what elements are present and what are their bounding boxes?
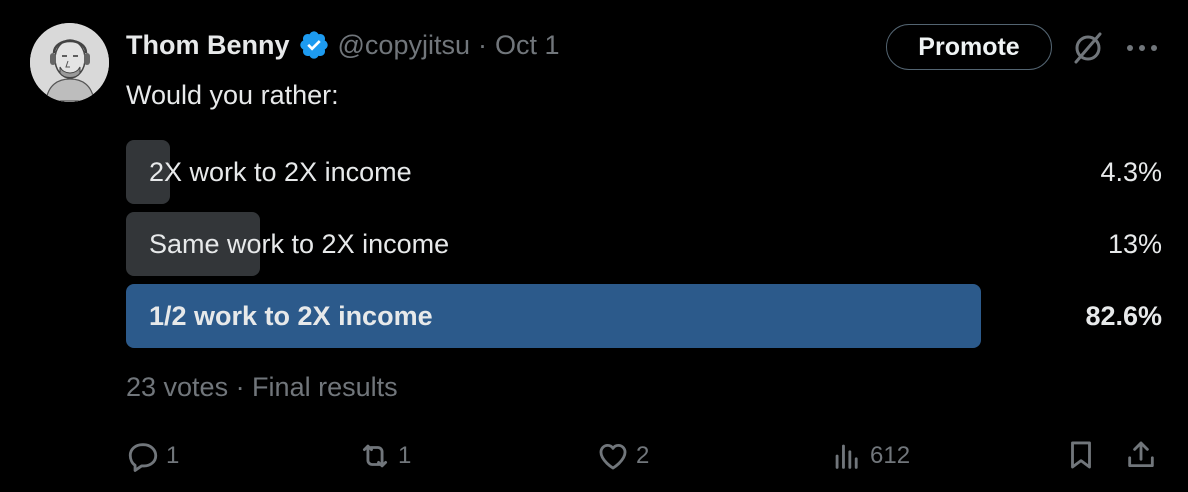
repost-count: 1 [398, 442, 412, 469]
author-handle[interactable]: @copyjitsu [338, 30, 470, 61]
view-count: 612 [870, 442, 911, 469]
poll-option: 2X work to 2X income 4.3% [126, 140, 1162, 204]
person-avatar-icon [30, 23, 109, 102]
reply-icon [128, 443, 158, 472]
heart-icon [599, 443, 627, 470]
poll-summary: 23 votes · Final results [126, 372, 398, 402]
poll-option-percent: 13% [1107, 229, 1162, 259]
repost-button[interactable]: 1 [358, 438, 411, 474]
like-button[interactable]: 2 [596, 438, 649, 474]
views-chart-icon [835, 444, 858, 469]
tweet-header: Thom Benny @copyjitsu · Oct 1 [126, 26, 560, 64]
repost-icon [362, 444, 388, 468]
poll-option-winner: 1/2 work to 2X income 82.6% [126, 284, 1162, 348]
separator-dot: · [477, 29, 487, 60]
poll-option-percent: 4.3% [1100, 157, 1162, 187]
more-options-icon[interactable] [1124, 34, 1160, 62]
reply-count: 1 [166, 442, 180, 469]
poll-option-label: Same work to 2X income [149, 229, 450, 259]
reply-button[interactable]: 1 [126, 438, 179, 474]
poll-option: Same work to 2X income 13% [126, 212, 1162, 276]
avatar[interactable] [30, 23, 109, 102]
like-count: 2 [636, 442, 650, 469]
tweet-text: Would you rather: [126, 80, 339, 110]
bookmark-icon[interactable] [1064, 438, 1098, 472]
grok-icon[interactable] [1070, 30, 1106, 66]
share-icon[interactable] [1124, 438, 1158, 472]
post-date[interactable]: Oct 1 [495, 30, 560, 61]
promote-button[interactable]: Promote [886, 24, 1052, 70]
poll-option-percent: 82.6% [1085, 301, 1162, 331]
views-button[interactable]: 612 [830, 438, 910, 474]
verified-badge-icon [299, 31, 328, 59]
poll-option-label: 1/2 work to 2X income [149, 301, 433, 331]
poll-option-label: 2X work to 2X income [149, 157, 412, 187]
author-name[interactable]: Thom Benny [126, 30, 290, 61]
